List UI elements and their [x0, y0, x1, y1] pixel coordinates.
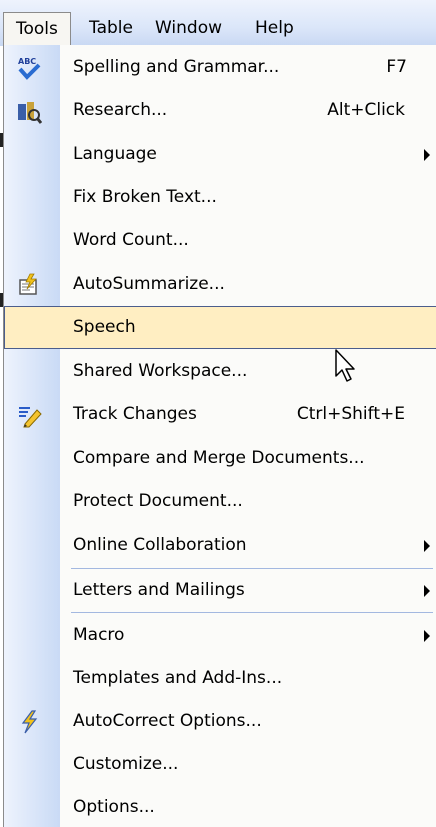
menu-item-label: Options... — [73, 797, 155, 817]
svg-text:ABC: ABC — [18, 57, 36, 66]
menu-item-shortcut: Ctrl+Shift+E — [296, 404, 405, 424]
tools-dropdown-menu: ABC Spelling and Grammar... F7 Research.… — [3, 45, 436, 827]
menu-item-label: Spelling and Grammar... — [73, 57, 280, 77]
menu-bar: Tools Table Window Help — [0, 0, 436, 46]
menu-item-compare-and-merge-documents[interactable]: Compare and Merge Documents... — [4, 437, 436, 480]
menu-item-spelling-and-grammar[interactable]: ABC Spelling and Grammar... F7 — [4, 46, 436, 89]
spelling-abc-check-icon: ABC — [18, 57, 41, 80]
menu-item-shortcut: F7 — [386, 57, 407, 77]
menu-item-label: Research... — [73, 100, 168, 120]
submenu-arrow-icon — [424, 585, 430, 597]
menu-item-label: Language — [73, 144, 157, 164]
research-books-icon — [18, 102, 42, 124]
menu-table[interactable]: Table — [77, 12, 145, 46]
lightning-icon — [21, 710, 38, 734]
submenu-arrow-icon — [424, 540, 430, 552]
menu-item-language[interactable]: Language — [4, 133, 436, 176]
menu-tools[interactable]: Tools — [3, 12, 71, 46]
menu-item-letters-and-mailings[interactable]: Letters and Mailings — [4, 569, 436, 612]
menu-item-fix-broken-text[interactable]: Fix Broken Text... — [4, 176, 436, 219]
autosummarize-icon — [19, 273, 37, 295]
menu-item-label: Online Collaboration — [73, 535, 247, 555]
track-changes-pencil-icon — [19, 407, 42, 428]
menu-item-speech[interactable]: Speech — [4, 306, 436, 349]
menu-item-label: Shared Workspace... — [73, 361, 248, 381]
menu-help[interactable]: Help — [243, 12, 306, 46]
menu-item-label: Fix Broken Text... — [73, 187, 217, 207]
menu-item-online-collaboration[interactable]: Online Collaboration — [4, 524, 436, 567]
menu-item-track-changes[interactable]: Track Changes Ctrl+Shift+E — [4, 393, 436, 436]
menu-item-label: AutoSummarize... — [73, 274, 225, 294]
menu-item-shared-workspace[interactable]: Shared Workspace... — [4, 350, 436, 393]
menu-item-label: Word Count... — [73, 230, 189, 250]
submenu-arrow-icon — [424, 630, 430, 642]
menu-item-label: Track Changes — [73, 404, 197, 424]
menu-item-autocorrect-options[interactable]: AutoCorrect Options... — [4, 700, 436, 743]
menu-item-label: Speech — [73, 317, 136, 337]
menu-window[interactable]: Window — [143, 12, 234, 46]
menu-item-autosummarize[interactable]: AutoSummarize... — [4, 263, 436, 306]
menu-item-label: Customize... — [73, 754, 179, 774]
menu-item-label: Macro — [73, 625, 125, 645]
menu-separator — [71, 612, 433, 613]
menu-item-label: AutoCorrect Options... — [73, 711, 262, 731]
menu-item-label: Compare and Merge Documents... — [73, 448, 365, 468]
menu-item-label: Letters and Mailings — [73, 580, 245, 600]
submenu-arrow-icon — [424, 149, 430, 161]
menu-item-customize[interactable]: Customize... — [4, 743, 436, 786]
mouse-cursor-icon — [335, 349, 355, 382]
menu-item-templates-and-add-ins[interactable]: Templates and Add-Ins... — [4, 657, 436, 700]
menu-item-label: Templates and Add-Ins... — [73, 668, 283, 688]
menu-item-research[interactable]: Research... Alt+Click — [4, 89, 436, 132]
menu-item-macro[interactable]: Macro — [4, 614, 436, 657]
menu-item-options[interactable]: Options... — [4, 786, 436, 827]
menu-item-shortcut: Alt+Click — [327, 100, 405, 120]
menu-item-word-count[interactable]: Word Count... — [4, 219, 436, 262]
menu-item-label: Protect Document... — [73, 491, 243, 511]
menu-item-protect-document[interactable]: Protect Document... — [4, 480, 436, 523]
